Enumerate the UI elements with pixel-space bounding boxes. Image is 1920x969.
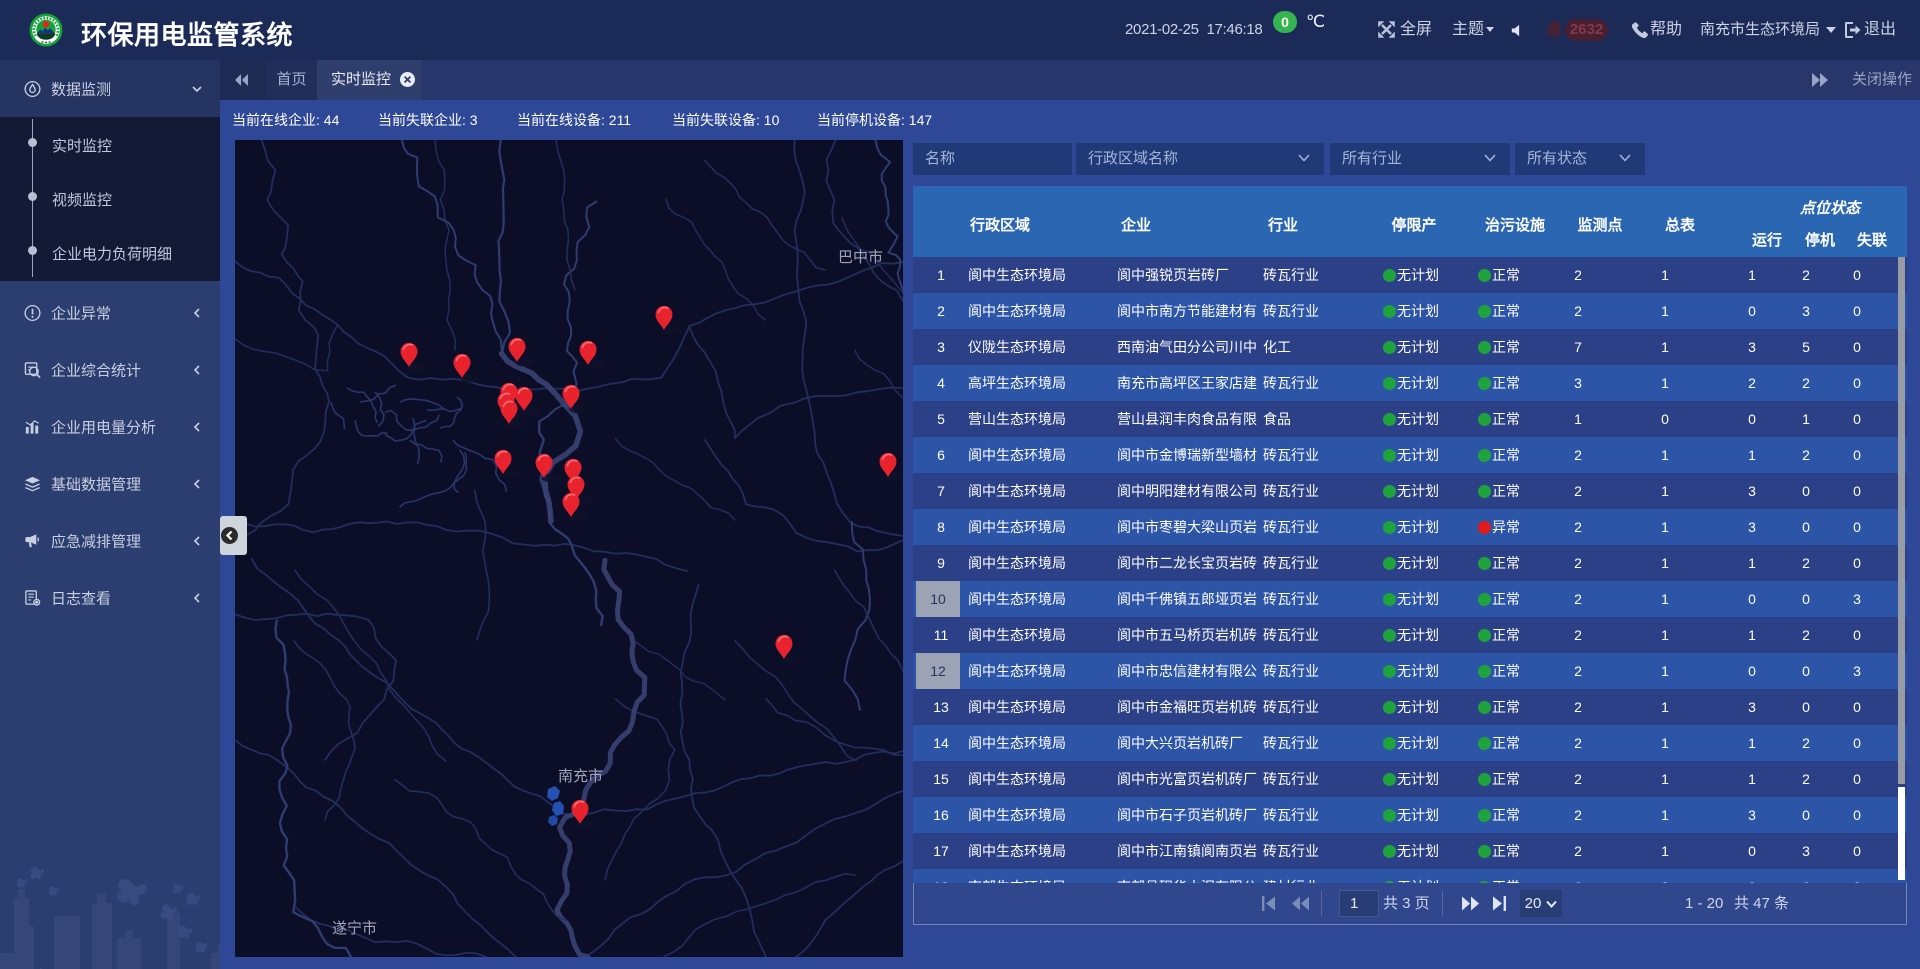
svg-text:巴中市: 巴中市 [838, 249, 883, 266]
svg-text:南充市: 南充市 [558, 768, 603, 785]
svg-text:遂宁市: 遂宁市 [332, 920, 377, 937]
